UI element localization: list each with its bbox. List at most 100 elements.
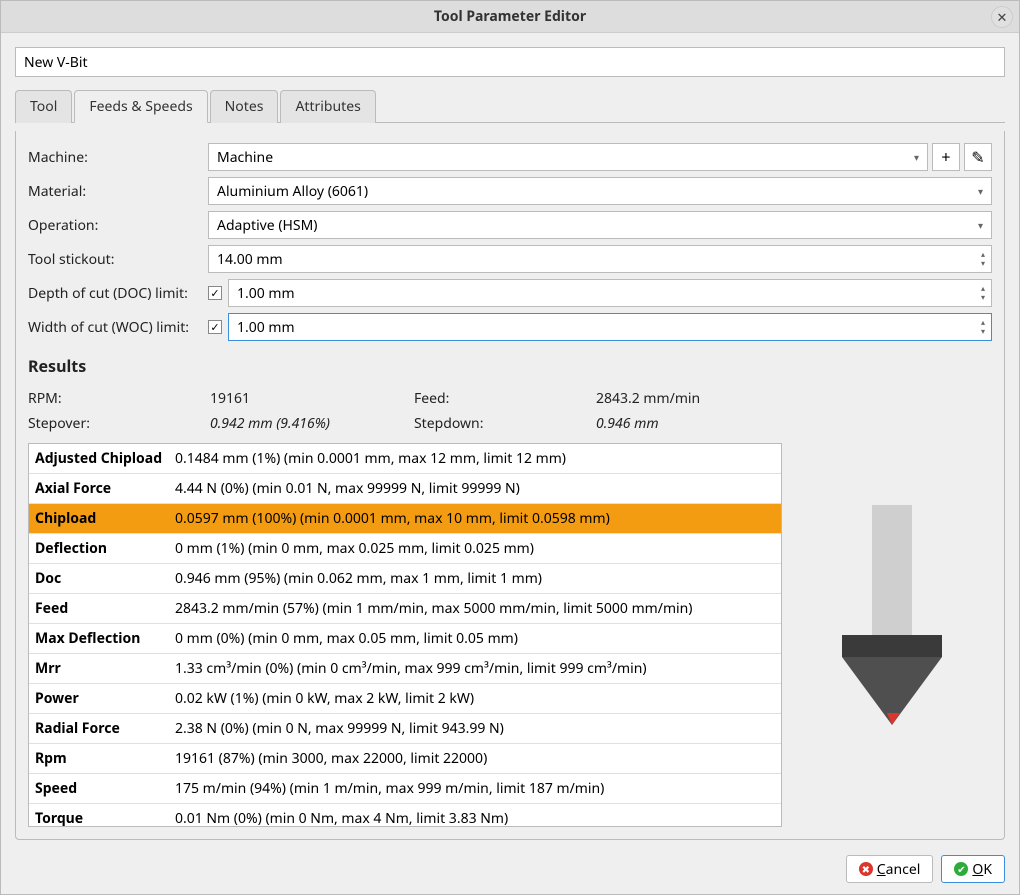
cancel-button[interactable]: ✖ Cancel (846, 855, 934, 883)
result-value: 0.02 kW (1%) (min 0 kW, max 2 kW, limit … (169, 684, 781, 714)
result-value: 19161 (87%) (min 3000, max 22000, limit … (169, 744, 781, 774)
material-combo[interactable]: Aluminium Alloy (6061) (208, 177, 992, 205)
table-row: Feed2843.2 mm/min (57%) (min 1 mm/min, m… (29, 594, 781, 624)
table-row: Deflection0 mm (1%) (min 0 mm, max 0.025… (29, 534, 781, 564)
table-row: Max Deflection0 mm (0%) (min 0 mm, max 0… (29, 624, 781, 654)
table-row: Radial Force2.38 N (0%) (min 0 N, max 99… (29, 714, 781, 744)
tab-tool[interactable]: Tool (15, 90, 72, 123)
cancel-icon: ✖ (859, 862, 873, 876)
stepover-label: Stepover: (28, 414, 206, 433)
woc-limit-label: Width of cut (WOC) limit: (28, 318, 202, 337)
plus-icon: + (941, 146, 950, 168)
result-name: Speed (29, 774, 169, 804)
window-close-button[interactable]: ✕ (991, 6, 1013, 28)
check-icon: ✓ (210, 286, 219, 301)
result-name: Rpm (29, 744, 169, 774)
editor-window: Tool Parameter Editor ✕ Tool Feeds & Spe… (0, 0, 1020, 895)
stickout-spinner[interactable]: 14.00 mm ▴▾ (208, 245, 992, 273)
table-row: Torque0.01 Nm (0%) (min 0 Nm, max 4 Nm, … (29, 804, 781, 828)
doc-limit-checkbox[interactable]: ✓ (208, 286, 222, 300)
tool-name-input[interactable] (15, 47, 1005, 77)
table-row: Chipload0.0597 mm (100%) (min 0.0001 mm,… (29, 504, 781, 534)
tab-attributes[interactable]: Attributes (280, 90, 375, 123)
machine-combo[interactable]: Machine (208, 143, 928, 171)
table-row: Power0.02 kW (1%) (min 0 kW, max 2 kW, l… (29, 684, 781, 714)
tab-bar: Tool Feeds & Speeds Notes Attributes (15, 89, 1005, 123)
ok-button[interactable]: ✔ OK (941, 855, 1005, 883)
table-row: Adjusted Chipload0.1484 mm (1%) (min 0.0… (29, 444, 781, 474)
ok-icon: ✔ (954, 862, 968, 876)
stickout-label: Tool stickout: (28, 250, 202, 269)
result-value: 0.1484 mm (1%) (min 0.0001 mm, max 12 mm… (169, 444, 781, 474)
result-name: Power (29, 684, 169, 714)
feed-value: 2843.2 mm/min (596, 389, 796, 408)
result-name: Deflection (29, 534, 169, 564)
stepover-value: 0.942 mm (9.416%) (210, 414, 410, 433)
woc-limit-spinner[interactable]: 1.00 mm ▴▾ (228, 313, 992, 341)
result-value: 2.38 N (0%) (min 0 N, max 99999 N, limit… (169, 714, 781, 744)
stickout-value: 14.00 mm (217, 250, 283, 269)
table-row: Mrr1.33 cm³/min (0%) (min 0 cm³/min, max… (29, 654, 781, 684)
dialog-footer: ✖ Cancel ✔ OK (1, 854, 1019, 894)
result-name: Adjusted Chipload (29, 444, 169, 474)
tool-preview (792, 443, 992, 827)
add-machine-button[interactable]: + (932, 143, 960, 171)
check-icon: ✓ (210, 320, 219, 335)
result-value: 0 mm (1%) (min 0 mm, max 0.025 mm, limit… (169, 534, 781, 564)
result-value: 0.01 Nm (0%) (min 0 Nm, max 4 Nm, limit … (169, 804, 781, 828)
stepdown-value: 0.946 mm (596, 414, 796, 433)
operation-combo[interactable]: Adaptive (HSM) (208, 211, 992, 239)
result-value: 0 mm (0%) (min 0 mm, max 0.05 mm, limit … (169, 624, 781, 654)
material-value: Aluminium Alloy (6061) (217, 182, 368, 201)
spin-arrows-icon[interactable]: ▴▾ (977, 315, 989, 339)
table-row: Doc0.946 mm (95%) (min 0.062 mm, max 1 m… (29, 564, 781, 594)
cancel-label: Cancel (877, 860, 921, 879)
result-value: 4.44 N (0%) (min 0.01 N, max 99999 N, li… (169, 474, 781, 504)
spin-arrows-icon[interactable]: ▴▾ (977, 247, 989, 271)
tab-feeds-speeds[interactable]: Feeds & Speeds (74, 90, 207, 123)
table-row: Axial Force4.44 N (0%) (min 0.01 N, max … (29, 474, 781, 504)
material-label: Material: (28, 182, 202, 201)
result-name: Feed (29, 594, 169, 624)
result-name: Mrr (29, 654, 169, 684)
table-row: Rpm19161 (87%) (min 3000, max 22000, lim… (29, 744, 781, 774)
doc-value: 1.00 mm (237, 284, 295, 303)
close-icon: ✕ (997, 8, 1008, 26)
rpm-label: RPM: (28, 389, 206, 408)
result-name: Axial Force (29, 474, 169, 504)
results-table-scroll[interactable]: Adjusted Chipload0.1484 mm (1%) (min 0.0… (28, 443, 782, 827)
result-name: Doc (29, 564, 169, 594)
operation-label: Operation: (28, 216, 202, 235)
woc-limit-checkbox[interactable]: ✓ (208, 320, 222, 334)
result-value: 1.33 cm³/min (0%) (min 0 cm³/min, max 99… (169, 654, 781, 684)
feeds-speeds-panel: Machine: Machine + ✎ Material: Aluminium… (15, 131, 1005, 840)
doc-limit-label: Depth of cut (DOC) limit: (28, 284, 202, 303)
titlebar: Tool Parameter Editor ✕ (1, 1, 1019, 33)
result-name: Max Deflection (29, 624, 169, 654)
feed-label: Feed: (414, 389, 592, 408)
result-value: 0.946 mm (95%) (min 0.062 mm, max 1 mm, … (169, 564, 781, 594)
tab-notes[interactable]: Notes (210, 90, 279, 123)
doc-limit-spinner[interactable]: 1.00 mm ▴▾ (228, 279, 992, 307)
edit-machine-button[interactable]: ✎ (964, 143, 992, 171)
stepdown-label: Stepdown: (414, 414, 592, 433)
result-value: 175 m/min (94%) (min 1 m/min, max 999 m/… (169, 774, 781, 804)
content-area: Tool Feeds & Speeds Notes Attributes Mac… (1, 33, 1019, 854)
machine-value: Machine (217, 148, 273, 167)
results-summary: RPM: 19161 Feed: 2843.2 mm/min Stepover:… (28, 389, 992, 433)
result-name: Torque (29, 804, 169, 828)
edit-icon: ✎ (971, 146, 984, 168)
result-value: 2843.2 mm/min (57%) (min 1 mm/min, max 5… (169, 594, 781, 624)
vbit-icon (812, 495, 972, 775)
result-value: 0.0597 mm (100%) (min 0.0001 mm, max 10 … (169, 504, 781, 534)
rpm-value: 19161 (210, 389, 410, 408)
window-title: Tool Parameter Editor (434, 7, 586, 26)
machine-label: Machine: (28, 148, 202, 167)
result-name: Chipload (29, 504, 169, 534)
results-table: Adjusted Chipload0.1484 mm (1%) (min 0.0… (29, 444, 781, 827)
ok-label: OK (972, 860, 992, 879)
table-row: Speed175 m/min (94%) (min 1 m/min, max 9… (29, 774, 781, 804)
spin-arrows-icon[interactable]: ▴▾ (977, 281, 989, 305)
result-name: Radial Force (29, 714, 169, 744)
woc-value: 1.00 mm (237, 318, 295, 337)
